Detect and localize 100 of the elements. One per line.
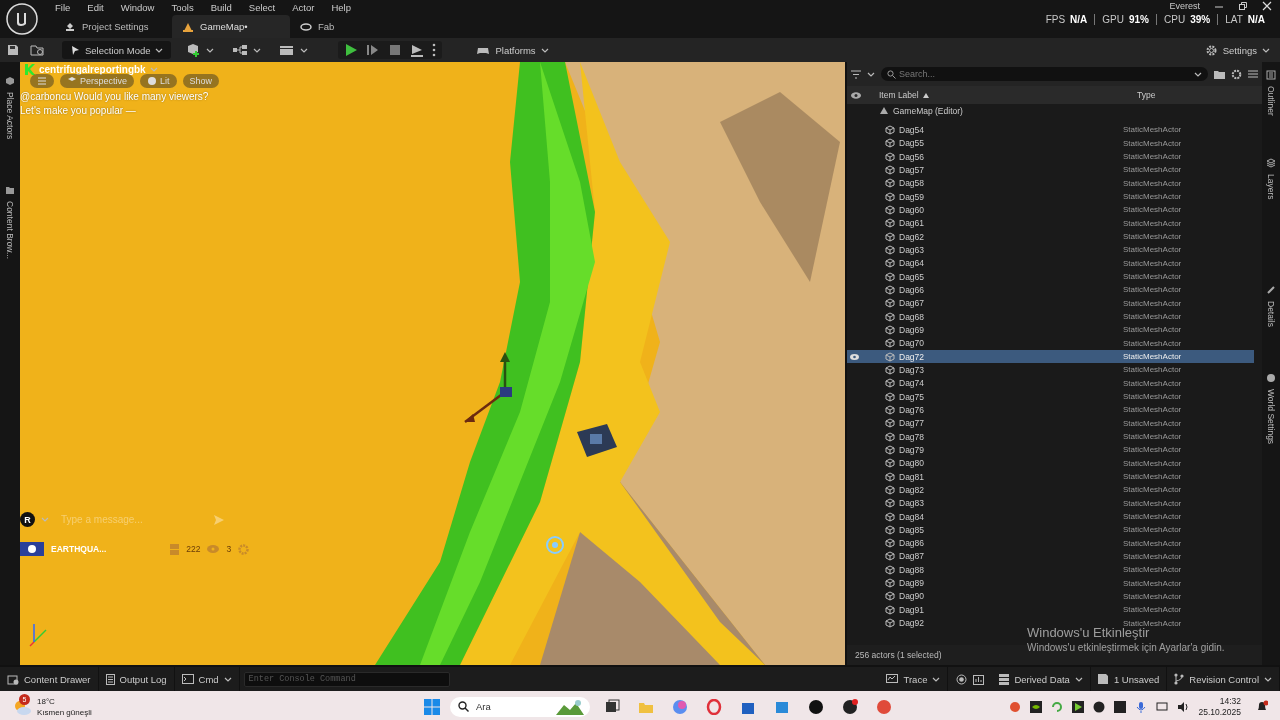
column-header[interactable]: Type bbox=[1137, 90, 1156, 100]
taskbar-search-field[interactable]: Ara bbox=[450, 696, 590, 717]
outliner-row[interactable]: Dag87 StaticMeshActor bbox=[847, 549, 1254, 564]
editor-tab[interactable]: Fab bbox=[290, 15, 408, 38]
close-icon[interactable] bbox=[1262, 1, 1272, 11]
start-icon[interactable] bbox=[424, 698, 440, 715]
platforms-button[interactable]: Platforms bbox=[472, 42, 553, 58]
outliner-row[interactable]: Dag85 StaticMeshActor bbox=[847, 523, 1254, 537]
outliner-row[interactable]: Dag70 StaticMeshActor bbox=[847, 336, 1254, 350]
outliner-row[interactable]: Dag73 StaticMeshActor bbox=[847, 363, 1254, 377]
outliner-row[interactable]: Dag76 StaticMeshActor bbox=[847, 403, 1254, 417]
outliner-row[interactable]: Dag91 StaticMeshActor bbox=[847, 603, 1254, 617]
server-icon bbox=[170, 543, 180, 555]
play-store-icon[interactable] bbox=[1072, 700, 1085, 713]
restore-icon[interactable] bbox=[1238, 1, 1248, 11]
outliner-row[interactable]: Dag55 StaticMeshActor bbox=[847, 136, 1254, 150]
menu-item[interactable]: Window bbox=[115, 2, 167, 13]
chevron-icon bbox=[223, 675, 232, 683]
outliner-row[interactable]: Dag78 StaticMeshActor bbox=[847, 429, 1254, 444]
selection-mode-button[interactable]: Selection Mode bbox=[62, 41, 172, 59]
outliner-row[interactable]: Dag88 StaticMeshActor bbox=[847, 563, 1254, 577]
outliner-row[interactable]: Dag90 StaticMeshActor bbox=[847, 589, 1254, 604]
actor-label: Dag86 bbox=[899, 538, 925, 549]
tree-item[interactable]: GameMap (Editor) bbox=[893, 105, 963, 116]
outliner-row[interactable]: Dag86 StaticMeshActor bbox=[847, 536, 1254, 550]
chevron-icon bbox=[1264, 675, 1272, 683]
task-view-icon[interactable] bbox=[604, 698, 620, 715]
volume-icon[interactable] bbox=[1177, 700, 1190, 713]
mesh-icon bbox=[885, 298, 895, 309]
menu-item[interactable]: Actor bbox=[287, 2, 327, 13]
stop-icon[interactable] bbox=[388, 43, 403, 57]
outliner-row[interactable]: Dag54 StaticMeshActor bbox=[847, 123, 1254, 137]
sort-ascending-icon[interactable] bbox=[922, 92, 929, 98]
snapshot-icon[interactable] bbox=[973, 673, 985, 685]
menu-item[interactable]: Help bbox=[326, 2, 363, 13]
console-field[interactable]: Enter Console Command bbox=[243, 671, 450, 687]
search-field[interactable]: Search... bbox=[881, 67, 1208, 81]
outliner-row[interactable]: Dag68 StaticMeshActor bbox=[847, 309, 1254, 324]
menu-item[interactable]: Select bbox=[243, 2, 288, 13]
actor-type: StaticMeshActor bbox=[1123, 512, 1182, 521]
menu-item[interactable]: Build bbox=[205, 2, 244, 13]
side-tab[interactable]: Layers bbox=[1266, 173, 1276, 200]
more-icon[interactable] bbox=[432, 43, 437, 57]
outliner-row[interactable]: Dag63 StaticMeshActor bbox=[847, 243, 1254, 257]
outliner-row[interactable]: Dag82 StaticMeshActor bbox=[847, 483, 1254, 497]
clock-date[interactable]: 25.10.2025 bbox=[1198, 706, 1241, 718]
side-tab[interactable]: Content Brow... bbox=[5, 201, 15, 260]
outliner-row[interactable]: Dag75 StaticMeshActor bbox=[847, 389, 1254, 404]
editor-tab[interactable]: GameMap• bbox=[172, 15, 290, 38]
play-icon[interactable] bbox=[344, 43, 359, 57]
outliner-row[interactable]: Dag84 StaticMeshActor bbox=[847, 509, 1254, 524]
outliner-row[interactable]: Dag81 StaticMeshActor bbox=[847, 469, 1254, 484]
outliner-row[interactable]: Dag80 StaticMeshActor bbox=[847, 456, 1254, 470]
outliner-row[interactable]: Dag61 StaticMeshActor bbox=[847, 216, 1254, 230]
menu-item[interactable]: Tools bbox=[166, 2, 206, 13]
record-icon[interactable] bbox=[956, 673, 968, 685]
outliner-row[interactable]: Dag77 StaticMeshActor bbox=[847, 416, 1254, 430]
side-tab[interactable]: Details bbox=[1266, 301, 1276, 328]
outliner-row[interactable]: Dag58 StaticMeshActor bbox=[847, 176, 1254, 190]
microphone-icon[interactable] bbox=[1135, 700, 1148, 713]
side-tab[interactable]: Outliner bbox=[1266, 86, 1276, 116]
outliner-row[interactable]: Dag89 StaticMeshActor bbox=[847, 576, 1254, 590]
outliner-row[interactable]: Dag66 StaticMeshActor bbox=[847, 283, 1254, 297]
outliner-row[interactable]: Dag62 StaticMeshActor bbox=[847, 229, 1254, 244]
menu-item[interactable]: File bbox=[50, 2, 83, 13]
content-browser-icon[interactable] bbox=[5, 185, 15, 196]
folder-add-icon[interactable] bbox=[1214, 69, 1225, 79]
pencil-icon[interactable] bbox=[1266, 285, 1276, 296]
menu-item[interactable]: Edit bbox=[82, 2, 116, 13]
list-icon[interactable] bbox=[1266, 70, 1276, 80]
menu-icon[interactable] bbox=[1248, 69, 1258, 79]
clock-time[interactable]: 14:32 bbox=[1219, 695, 1241, 707]
place-actors-icon[interactable] bbox=[5, 76, 15, 86]
settings-button[interactable]: Settings bbox=[1200, 41, 1274, 59]
save-icon[interactable] bbox=[6, 43, 20, 57]
outliner-row[interactable]: Dag79 StaticMeshActor bbox=[847, 443, 1254, 457]
outliner-row[interactable]: Dag67 StaticMeshActor bbox=[847, 296, 1254, 310]
eject-icon[interactable] bbox=[410, 43, 425, 57]
column-header[interactable]: Item Label bbox=[879, 90, 919, 100]
outliner-row[interactable]: Dag60 StaticMeshActor bbox=[847, 203, 1254, 217]
message-field[interactable]: Type a message... bbox=[55, 514, 207, 525]
side-tab[interactable]: World Settings bbox=[1266, 389, 1276, 445]
outliner-row[interactable]: Dag72 StaticMeshActor bbox=[847, 349, 1254, 364]
layers-icon[interactable] bbox=[1266, 157, 1276, 168]
outliner-row[interactable]: Dag74 StaticMeshActor bbox=[847, 376, 1254, 390]
side-tab[interactable]: Place Actors bbox=[5, 92, 15, 140]
outliner-row[interactable]: Dag83 StaticMeshActor bbox=[847, 496, 1254, 510]
app-icon[interactable] bbox=[876, 698, 892, 715]
outliner-row[interactable]: Dag59 StaticMeshActor bbox=[847, 189, 1254, 204]
globe-icon[interactable] bbox=[1266, 373, 1276, 384]
editor-tab[interactable]: Project Settings bbox=[54, 15, 172, 38]
outliner-row[interactable]: Dag69 StaticMeshActor bbox=[847, 323, 1254, 337]
outliner-row[interactable]: Dag56 StaticMeshActor bbox=[847, 150, 1254, 164]
notification-bell-icon[interactable] bbox=[1256, 700, 1268, 713]
folder-search-icon[interactable] bbox=[30, 43, 46, 57]
outliner-row[interactable]: Dag64 StaticMeshActor bbox=[847, 256, 1254, 270]
outliner-row[interactable]: Dag65 StaticMeshActor bbox=[847, 269, 1254, 284]
visibility-icon[interactable] bbox=[849, 353, 859, 360]
outliner-row[interactable]: Dag57 StaticMeshActor bbox=[847, 163, 1254, 177]
filter-icon[interactable] bbox=[851, 69, 861, 79]
